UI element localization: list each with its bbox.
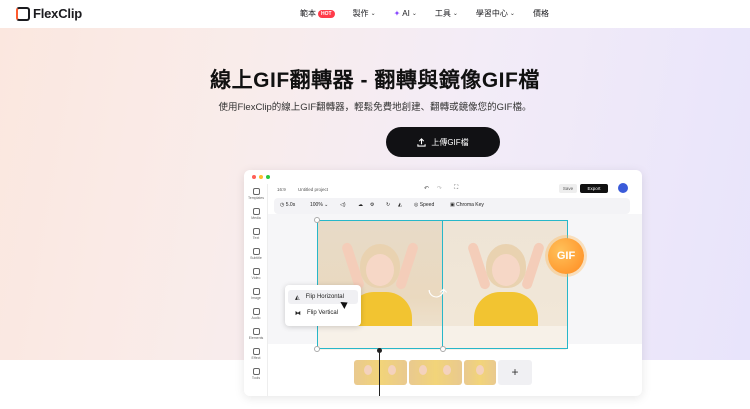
duration-control[interactable]: ◷ 5.0s <box>280 202 295 208</box>
nav-item-label: AI <box>402 9 410 18</box>
chroma-key-button[interactable]: ▣ Chroma Key <box>450 202 484 208</box>
chevron-down-icon: ⌄ <box>370 11 376 17</box>
sidebar-item-elements[interactable]: Elements <box>244 328 268 340</box>
avatar[interactable] <box>618 183 628 193</box>
sparkle-icon: ✦ <box>393 9 401 18</box>
clip-thumb <box>364 365 372 375</box>
logo[interactable]: FlexClip <box>16 6 82 21</box>
nav-item-label: 工具 <box>434 9 451 18</box>
playhead-handle[interactable] <box>377 348 382 353</box>
volume-icon[interactable]: ◁) <box>340 202 346 208</box>
nav-item-label: 價格 <box>532 9 549 18</box>
chevron-down-icon: ⌄ <box>452 11 458 17</box>
chevron-down-icon: ⌄ <box>411 11 417 17</box>
nav-links: 範本 HOT 製作 ⌄ ✦ AI ⌄ 工具 ⌄ 學習中心 ⌄ 價格 <box>300 8 567 19</box>
image-icon <box>252 288 260 295</box>
elements-icon <box>252 328 260 335</box>
hot-badge: HOT <box>318 9 335 18</box>
upload-icon <box>417 137 426 147</box>
timeline: + <box>244 348 642 396</box>
nav-item-pricing[interactable]: 價格 <box>533 8 549 19</box>
sidebar-item-text[interactable]: Text <box>244 228 268 240</box>
flip-vertical-label: Flip Vertical <box>307 310 339 316</box>
clip-thumb <box>476 365 484 375</box>
nav-item-label: 範本 <box>300 9 316 18</box>
sidebar-item-media[interactable]: Media <box>244 208 268 220</box>
subtitle-icon <box>252 248 260 255</box>
undo-icon[interactable]: ↶ <box>424 185 429 192</box>
clip-thumb <box>443 365 451 375</box>
project-name[interactable]: Untitled project <box>298 187 328 192</box>
page-title: 線上GIF翻轉器 - 翻轉與鏡像GIF檔 <box>210 69 540 92</box>
redo-icon[interactable]: ↷ <box>437 185 442 192</box>
maximize-dot <box>266 175 270 179</box>
top-navigation: FlexClip 範本 HOT 製作 ⌄ ✦ AI ⌄ 工具 ⌄ 學習中心 ⌄ … <box>0 0 750 28</box>
fullscreen-icon[interactable]: ⛶ <box>454 185 458 192</box>
logo-icon <box>16 6 30 21</box>
sidebar-item-video[interactable]: Video <box>244 268 268 280</box>
text-icon <box>252 228 260 235</box>
playhead[interactable] <box>379 350 380 396</box>
audio-icon <box>252 308 260 315</box>
nav-item-ai[interactable]: ✦ AI ⌄ <box>394 8 417 19</box>
flip-icon[interactable]: ◭ <box>398 202 402 208</box>
selection-box-flipped <box>442 220 568 349</box>
add-clip-button[interactable]: + <box>498 360 532 385</box>
rotate-icon[interactable]: ↻ <box>386 202 390 208</box>
aspect-ratio-select[interactable]: 16:9 <box>277 187 286 192</box>
flip-horizontal-label: Flip Horizontal <box>305 294 344 300</box>
resize-handle[interactable] <box>314 217 320 223</box>
minimize-dot <box>259 175 263 179</box>
flip-arrow-icon: ⤻ <box>428 282 448 302</box>
nav-item-label: 製作 <box>352 9 369 18</box>
export-button[interactable]: Export <box>580 184 608 193</box>
timeline-clip[interactable] <box>354 360 407 385</box>
window-controls <box>252 175 270 179</box>
flip-vertical-option[interactable]: ⧓ Flip Vertical <box>288 306 358 320</box>
speed-button[interactable]: ◎ Speed <box>414 202 434 208</box>
clip-thumb <box>419 365 427 375</box>
flip-vertical-icon: ⧓ <box>295 310 301 317</box>
video-icon <box>252 268 260 275</box>
zoom-select[interactable]: 100% ⌄ <box>310 202 328 208</box>
flip-horizontal-icon: ◭ <box>295 294 300 301</box>
opacity-icon[interactable]: ☁ <box>358 202 363 208</box>
gif-badge: GIF <box>548 238 584 274</box>
adjust-icon[interactable]: ⚙ <box>370 202 374 208</box>
upload-gif-button[interactable]: 上傳GIF檔 <box>386 127 500 157</box>
page-subtitle: 使用FlexClip的線上GIF翻轉器，輕鬆免費地創建、翻轉或鏡像您的GIF檔。 <box>218 102 532 113</box>
nav-item-label: 學習中心 <box>475 9 508 18</box>
upload-button-label: 上傳GIF檔 <box>431 137 469 147</box>
close-dot <box>252 175 256 179</box>
sidebar-item-subtitle[interactable]: Subtitle <box>244 248 268 260</box>
clip-thumb <box>388 365 396 375</box>
sidebar-item-audio[interactable]: Audio <box>244 308 268 320</box>
nav-item-templates[interactable]: 範本 HOT <box>300 8 335 19</box>
sidebar-item-image[interactable]: Image <box>244 288 268 300</box>
logo-text: FlexClip <box>33 6 82 21</box>
timeline-clip[interactable] <box>464 360 496 385</box>
templates-icon <box>252 188 260 195</box>
nav-item-create[interactable]: 製作 ⌄ <box>353 8 376 19</box>
save-button[interactable]: Save <box>559 184 577 193</box>
chevron-down-icon: ⌄ <box>509 11 515 17</box>
editor-top-bar: 16:9 Untitled project ↶ ↷ ⛶ Save Export <box>244 182 642 196</box>
nav-item-learning-center[interactable]: 學習中心 ⌄ <box>476 8 515 19</box>
timeline-clip[interactable] <box>409 360 462 385</box>
nav-item-tools[interactable]: 工具 ⌄ <box>435 8 458 19</box>
sidebar-item-templates[interactable]: Templates <box>244 188 268 200</box>
media-icon <box>252 208 260 215</box>
editor-toolbar: ◷ 5.0s 100% ⌄ ◁) ☁ ⚙ ↻ ◭ ◎ Speed ▣ Chrom… <box>274 198 630 214</box>
